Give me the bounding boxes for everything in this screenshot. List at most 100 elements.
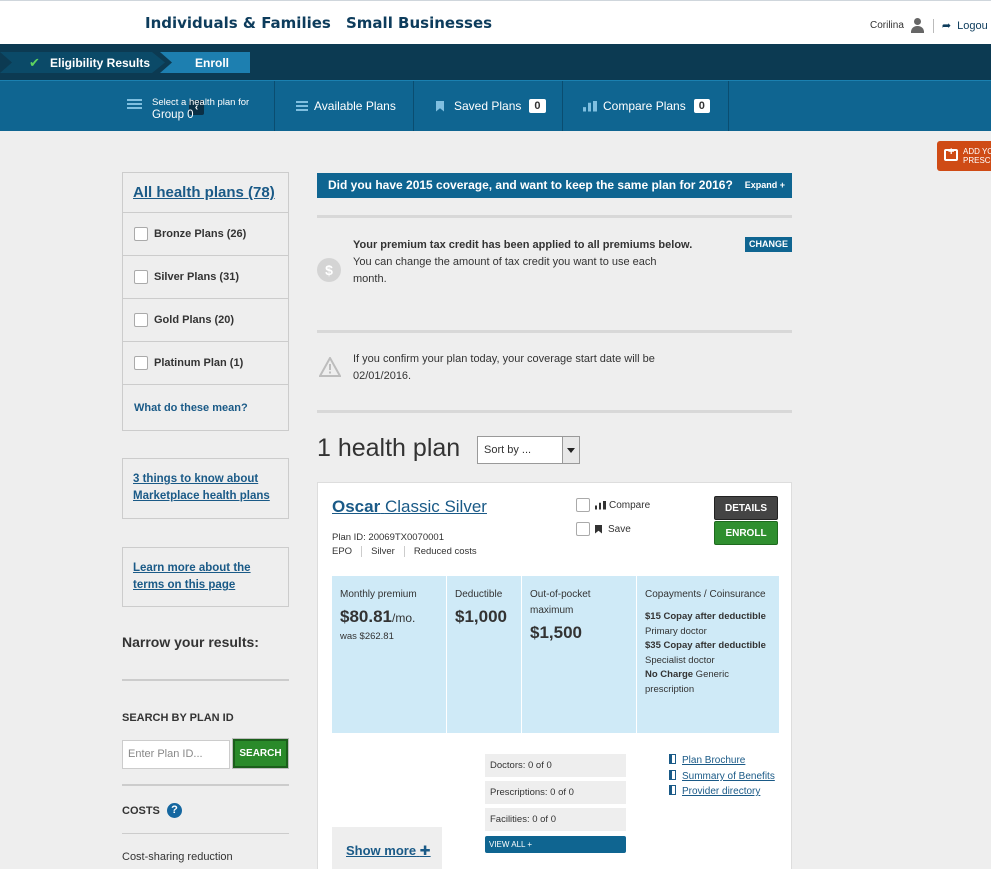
summary-of-benefits-link[interactable]: Summary of Benefits bbox=[669, 770, 775, 782]
banner-text: Did you have 2015 coverage, and want to … bbox=[328, 178, 733, 192]
person-icon[interactable] bbox=[910, 18, 925, 33]
view-all-button[interactable]: VIEW ALL + bbox=[485, 836, 626, 853]
plan-brand: Oscar bbox=[332, 497, 381, 516]
nav-individuals-families[interactable]: Individuals & Families bbox=[145, 14, 331, 32]
coverage-2015-banner[interactable]: Did you have 2015 coverage, and want to … bbox=[317, 173, 792, 198]
logout-arrow-icon: ➦ bbox=[941, 20, 952, 32]
user-menu: Corilina ➦ Logou bbox=[870, 18, 988, 33]
silver-checkbox[interactable] bbox=[134, 270, 148, 284]
select-plan-label: Select a health plan for bbox=[152, 97, 250, 108]
search-by-plan-id-label: SEARCH BY PLAN ID bbox=[122, 712, 234, 724]
premium-unit: /mo. bbox=[392, 611, 416, 625]
plan-count-title: 1 health plan bbox=[317, 434, 461, 462]
bookmark-icon bbox=[436, 100, 444, 112]
filter-label: Silver Plans (31) bbox=[154, 271, 239, 283]
search-button[interactable]: SEARCH bbox=[232, 738, 289, 769]
plan-card: Oscar Classic Silver Plan ID: 20069TX007… bbox=[317, 482, 792, 869]
change-button[interactable]: CHANGE bbox=[745, 237, 792, 252]
copay-amount: $35 Copay after deductible bbox=[645, 640, 766, 651]
prescriptions-count: Prescriptions: 0 of 0 bbox=[485, 781, 626, 804]
compare-checkbox[interactable] bbox=[576, 498, 590, 512]
plan-id: Plan ID: 20069TX0070001 bbox=[332, 532, 444, 543]
step-label: Eligibility Results bbox=[50, 55, 151, 70]
list-icon bbox=[127, 99, 142, 110]
filter-all-plans[interactable]: All health plans (78) bbox=[123, 173, 288, 213]
divider bbox=[122, 833, 289, 834]
tax-credit-text: You can change the amount of tax credit … bbox=[353, 256, 657, 285]
metal-level-tag: Silver bbox=[361, 546, 404, 557]
logout-link[interactable]: Logou bbox=[957, 20, 988, 32]
learn-more-link[interactable]: Learn more about the terms on this page bbox=[133, 562, 251, 591]
oop-max-value: $1,500 bbox=[530, 623, 582, 642]
filter-bronze[interactable]: Bronze Plans (26) bbox=[123, 213, 288, 256]
filter-gold[interactable]: Gold Plans (20) bbox=[123, 299, 288, 342]
link-label: Summary of Benefits bbox=[682, 771, 775, 782]
step-eligibility-results[interactable]: ✔ Eligibility Results bbox=[0, 52, 165, 73]
saved-count-badge: 0 bbox=[529, 99, 546, 113]
platinum-checkbox[interactable] bbox=[134, 356, 148, 370]
divider bbox=[317, 215, 792, 218]
compare-option[interactable]: Compare bbox=[576, 498, 650, 512]
filter-silver[interactable]: Silver Plans (31) bbox=[123, 256, 288, 299]
copay-list: $15 Copay after deductible Primary docto… bbox=[645, 610, 771, 697]
help-icon[interactable]: ? bbox=[166, 803, 182, 818]
plan-id-input[interactable]: Enter Plan ID... bbox=[122, 740, 230, 769]
copay-amount: $15 Copay after deductible bbox=[645, 611, 766, 622]
bar-chart-icon bbox=[583, 100, 597, 112]
nav-small-businesses[interactable]: Small Businesses bbox=[346, 14, 492, 32]
monthly-premium-value: $80.81/mo. bbox=[340, 606, 438, 629]
add-prescriptions-tab[interactable]: ADD YO PRESC bbox=[937, 141, 991, 171]
document-icon bbox=[669, 785, 676, 795]
tab-compare-plans[interactable]: Compare Plans 0 bbox=[563, 81, 729, 131]
medical-kit-icon bbox=[944, 148, 958, 161]
plan-title: Classic Silver bbox=[384, 497, 487, 516]
tab-saved-plans[interactable]: Saved Plans 0 bbox=[414, 81, 563, 131]
enroll-button[interactable]: ENROLL bbox=[714, 521, 778, 545]
details-button[interactable]: DETAILS bbox=[714, 496, 778, 520]
copay-service: Primary doctor bbox=[645, 625, 707, 637]
progress-steps: ✔ Eligibility Results Enroll bbox=[0, 44, 991, 80]
filter-platinum[interactable]: Platinum Plan (1) bbox=[123, 342, 288, 385]
divider bbox=[932, 18, 934, 33]
doctors-count: Doctors: 0 of 0 bbox=[485, 754, 626, 777]
original-premium: was $262.81 bbox=[340, 631, 394, 642]
dollar-icon: $ bbox=[317, 258, 341, 282]
divider bbox=[317, 330, 792, 333]
rx-tab-line2: PRESC bbox=[963, 156, 991, 165]
costs-heading: COSTS ? bbox=[122, 803, 182, 818]
gold-checkbox[interactable] bbox=[134, 313, 148, 327]
oop-max-label: Out-of-pocket maximum bbox=[530, 589, 591, 616]
user-name[interactable]: Corilina bbox=[870, 20, 904, 31]
expand-button[interactable]: Expand + bbox=[745, 173, 785, 198]
chevron-down-icon[interactable] bbox=[562, 437, 579, 463]
deductible-col: Deductible $1,000 bbox=[447, 576, 522, 733]
plan-brochure-link[interactable]: Plan Brochure bbox=[669, 754, 745, 766]
sort-select[interactable]: Sort by ... bbox=[477, 436, 580, 464]
three-things-link[interactable]: 3 things to know about Marketplace healt… bbox=[133, 473, 270, 502]
step-enroll[interactable]: Enroll bbox=[160, 52, 250, 73]
divider bbox=[317, 410, 792, 413]
show-more-button[interactable]: Show more ✚ bbox=[332, 827, 442, 869]
step-label: Enroll bbox=[194, 55, 229, 70]
tab-available-plans[interactable]: Available Plans bbox=[275, 81, 414, 131]
bronze-checkbox[interactable] bbox=[134, 227, 148, 241]
filter-label: Gold Plans (20) bbox=[154, 314, 235, 326]
coverage-start-notice: If you confirm your plan today, your cov… bbox=[353, 353, 655, 382]
select-plan-group[interactable]: ‹ Select a health plan for Group 0 bbox=[90, 81, 275, 131]
save-checkbox[interactable] bbox=[576, 522, 590, 536]
plan-name-link[interactable]: Oscar Classic Silver bbox=[332, 497, 487, 517]
premium-amount: $80.81 bbox=[340, 607, 392, 626]
provider-directory-link[interactable]: Provider directory bbox=[669, 785, 760, 797]
costs-label: COSTS bbox=[122, 805, 160, 817]
filter-label: Bronze Plans (26) bbox=[154, 228, 247, 240]
save-label: Save bbox=[608, 523, 631, 535]
reduced-costs-tag: Reduced costs bbox=[403, 546, 486, 557]
rx-tab-line1: ADD YO bbox=[963, 147, 991, 156]
what-do-these-mean-link[interactable]: What do these mean? bbox=[123, 385, 288, 430]
list-icon bbox=[296, 100, 308, 112]
checkmark-icon: ✔ bbox=[29, 55, 40, 70]
group-label: Group 0 bbox=[152, 109, 194, 121]
copay-generic-rx: No Charge Generic prescription bbox=[645, 668, 771, 697]
divider bbox=[122, 679, 289, 681]
save-option[interactable]: Save bbox=[576, 522, 631, 536]
